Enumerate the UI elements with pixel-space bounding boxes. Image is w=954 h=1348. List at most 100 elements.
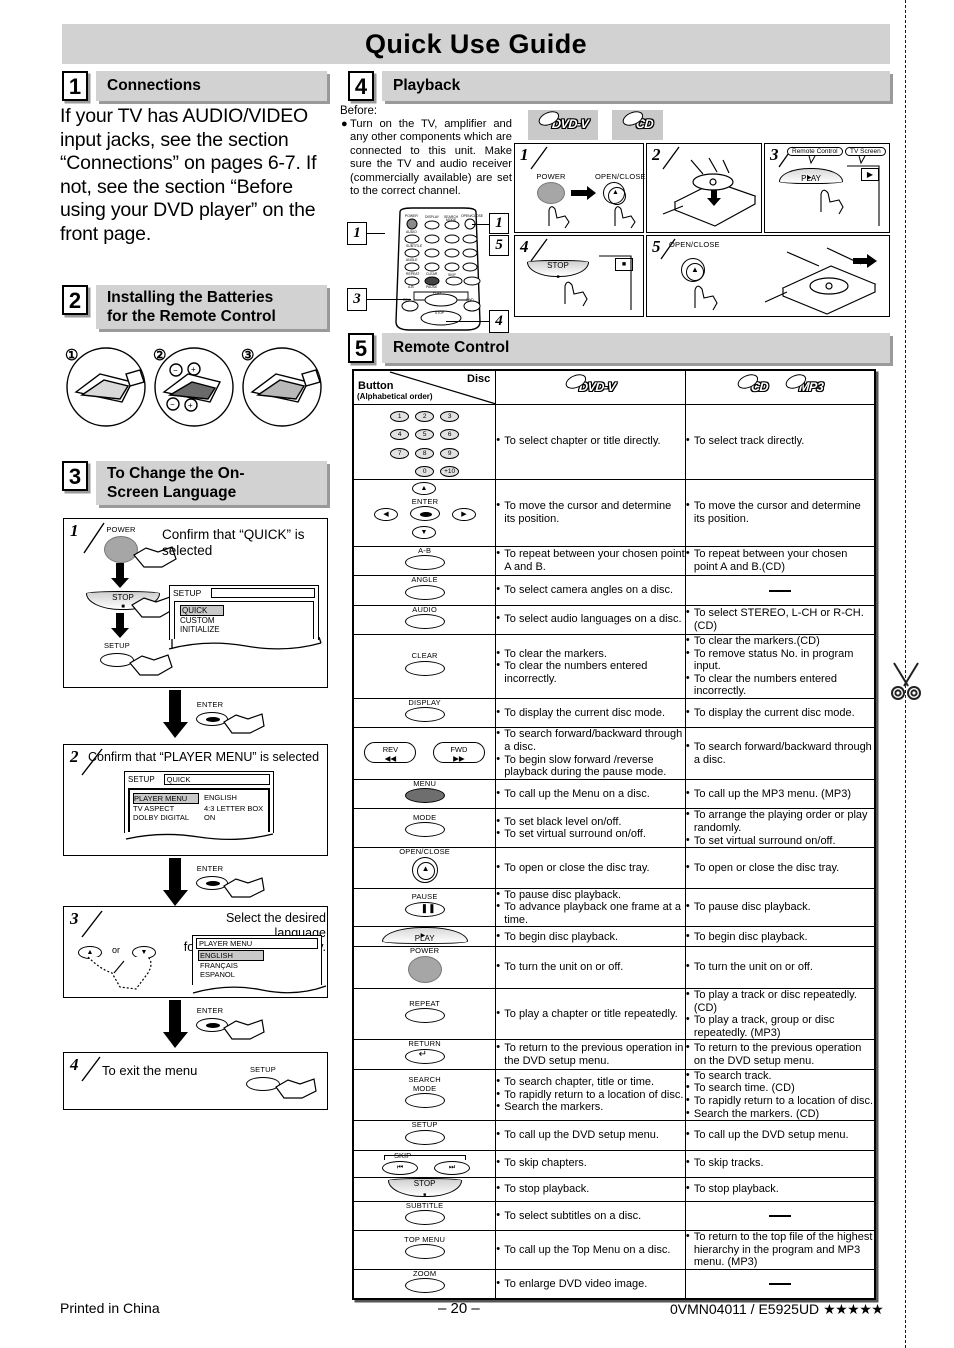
dvd-desc: To move the cursor and determine its pos… — [495, 478, 686, 547]
cd-desc: To return to the previous operation on t… — [684, 1039, 876, 1070]
table-row: ▶ PLAY To begin disc playback. To begin … — [352, 926, 876, 948]
mp3-logo: MP3 — [784, 380, 823, 394]
dvd-desc: To repeat between your chosen point A an… — [495, 545, 686, 576]
setup-label: SETUP — [249, 1065, 276, 1074]
cd-desc-empty — [684, 1200, 876, 1232]
cd-desc: To call up the MP3 menu. (MP3) — [684, 778, 876, 810]
osd-item-espanol: ESPANOL — [200, 970, 235, 979]
fwd-key-icon: FWD ▶▶ — [432, 741, 485, 763]
connector-arrow-1 — [163, 690, 188, 738]
svg-text:OPEN/CLOSE: OPEN/CLOSE — [461, 214, 484, 218]
table-row: POWER To turn the unit on or off. To tur… — [352, 946, 876, 989]
cd-desc: To return to the top file of the highest… — [684, 1230, 876, 1270]
svg-text:MODE: MODE — [446, 218, 457, 222]
pause-icon: ❚❚ — [404, 901, 448, 923]
cd-desc: To call up the DVD setup menu. — [684, 1120, 876, 1151]
section-number: 4 — [348, 71, 374, 101]
callout-remote-control: Remote Control — [787, 147, 843, 156]
svg-text:PLAY: PLAY — [433, 291, 442, 295]
step1-osd: SETUP QUICK CUSTOM INITIALIZE — [169, 585, 319, 640]
number-pad-icon: 123 456 789 0 +10 — [387, 405, 462, 479]
insert-disc-illustration — [662, 157, 757, 227]
button-cell-audio: AUDIO — [352, 604, 497, 635]
osd-item-custom: CUSTOM — [180, 616, 215, 625]
cd-desc: To search track.To search time. (CD)To r… — [684, 1068, 876, 1122]
power-button-label: POWER — [106, 525, 136, 534]
table-row: SEARCH MODE To search chapter, title or … — [352, 1068, 876, 1122]
language-step-3: 3 Select the desired language for the On… — [63, 906, 328, 998]
step2-osd: SETUP QUICK PLAYER MENU ENGLISH TV ASPEC… — [124, 771, 274, 833]
dvd-desc: To call up the Top Menu on a disc. — [495, 1230, 686, 1270]
table-row: SETUP To call up the DVD setup menu. To … — [352, 1120, 876, 1151]
play-icon: ▶ PLAY — [381, 927, 468, 945]
down-arrow-icon — [111, 613, 129, 638]
header-button-cell: Button (Alphabetical order) Disc — [352, 369, 497, 405]
dvd-desc: To turn the unit on or off. — [495, 946, 686, 989]
dvd-desc: To skip chapters. — [495, 1149, 686, 1178]
osd-row-player-menu: PLAYER MENU ENGLISH — [133, 793, 237, 804]
button-cell-zoom: ZOOM — [352, 1268, 497, 1300]
osd-torn-edge — [168, 637, 322, 650]
button-cell-return: RETURN ↵ — [352, 1039, 497, 1070]
svg-text:A-B: A-B — [408, 285, 414, 289]
section-number: 3 — [62, 461, 88, 491]
button-cell-cursor: ▲ ENTER ◀ ▶ ▼ — [352, 478, 497, 547]
button-cell-search-mode: SEARCH MODE — [352, 1068, 497, 1122]
step1-instruction: Confirm that “QUICK” is selected — [162, 527, 305, 558]
hand-pointer-icon — [223, 1019, 265, 1040]
section-title: Installing the Batteries for the Remote … — [96, 285, 327, 329]
footer-printed-in: Printed in China — [60, 1300, 160, 1316]
dvd-desc: To select chapter or title directly. — [495, 403, 686, 480]
table-row: PAUSE ❚❚ To pause disc playback.To advan… — [352, 887, 876, 928]
dvd-desc: To open or close the disc tray. — [495, 847, 686, 889]
svg-text:STOP: STOP — [435, 311, 445, 315]
svg-text:DISPLAY: DISPLAY — [425, 215, 440, 219]
cd-desc: To play a track or disc repeatedly. (CD)… — [684, 988, 876, 1041]
hand-pointer-icon — [87, 956, 152, 990]
svg-text:ANGLE: ANGLE — [406, 258, 418, 262]
table-row: CLEAR To clear the markers.To clear the … — [352, 634, 876, 699]
battery-install-illustration: − + − + ① ② ③ — [65, 347, 322, 427]
section-title: To Change the On- Screen Language — [96, 461, 327, 505]
hand-pointer-icon — [275, 1078, 317, 1099]
section-number: 1 — [62, 71, 88, 101]
dvd-desc: To return to the previous operation in t… — [495, 1039, 686, 1070]
dvd-desc: To display the current disc mode. — [495, 697, 686, 729]
cd-desc: To stop playback. — [684, 1176, 876, 1202]
osd-item-quick: QUICK — [178, 605, 310, 616]
cd-desc-empty — [684, 1268, 876, 1300]
svg-text:CLEAR: CLEAR — [426, 272, 438, 276]
button-cell-rev-fwd: REV ◀◀ FWD ▶▶ — [352, 727, 497, 780]
svg-text:FWD: FWD — [466, 298, 474, 302]
remote-callout-1b: 1 — [489, 213, 509, 234]
hand-pointer-icon — [129, 654, 173, 676]
batteries-title-line2: for the Remote Control — [107, 308, 276, 325]
power-label: POWER — [536, 172, 566, 181]
svg-text:POWER: POWER — [405, 214, 418, 218]
button-cell-subtitle: SUBTITLE — [352, 1200, 497, 1232]
callout-line — [367, 233, 385, 234]
cd-desc: To open or close the disc tray. — [684, 847, 876, 889]
footer-part-number: 0VMN04011 / E5925UD ★★★★★ — [670, 1301, 884, 1317]
table-row: 123 456 789 0+10 To select chapter or ti… — [352, 403, 876, 480]
playback-step-1: 1 POWER OPEN/CLOSE ▲ — [514, 143, 646, 233]
callout-tv-screen: TV Screen — [845, 147, 886, 156]
button-cell-top-menu: TOP MENU — [352, 1230, 497, 1270]
enter-label-3: ENTER — [196, 1006, 224, 1015]
table-row: SKIP ⏮ ⏭ To skip chapters. To skip track… — [352, 1149, 876, 1178]
section-playback-header: 4 Playback — [348, 71, 890, 101]
button-cell-mode: MODE — [352, 808, 497, 849]
callout-line — [367, 299, 411, 300]
connections-body: If your TV has AUDIO/VIDEO input jacks, … — [60, 105, 317, 245]
cd-desc: To turn the unit on or off. — [684, 946, 876, 989]
section-connections-header: 1 Connections — [62, 71, 327, 101]
svg-text:+: + — [191, 365, 196, 374]
cd-logo: CD — [737, 380, 769, 394]
svg-text:+: + — [188, 401, 193, 410]
table-header-row: Button (Alphabetical order) Disc DVD-V C… — [352, 369, 876, 405]
cd-desc: To pause disc playback. — [684, 887, 876, 928]
header-dvd-cell: DVD-V — [495, 369, 686, 405]
button-cell-display: DISPLAY — [352, 697, 497, 729]
dvd-desc: To begin disc playback. — [495, 926, 686, 948]
svg-text:−: − — [170, 400, 175, 409]
